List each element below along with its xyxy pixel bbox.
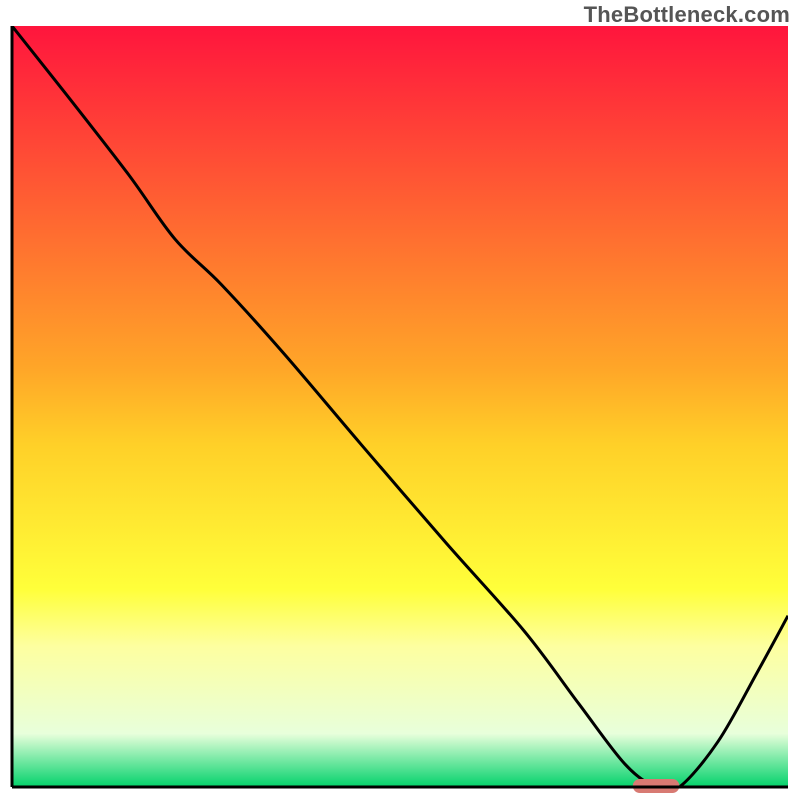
bottleneck-chart xyxy=(0,0,800,800)
chart-container: TheBottleneck.com xyxy=(0,0,800,800)
gradient-background xyxy=(12,26,788,787)
watermark-link[interactable]: TheBottleneck.com xyxy=(584,2,790,28)
